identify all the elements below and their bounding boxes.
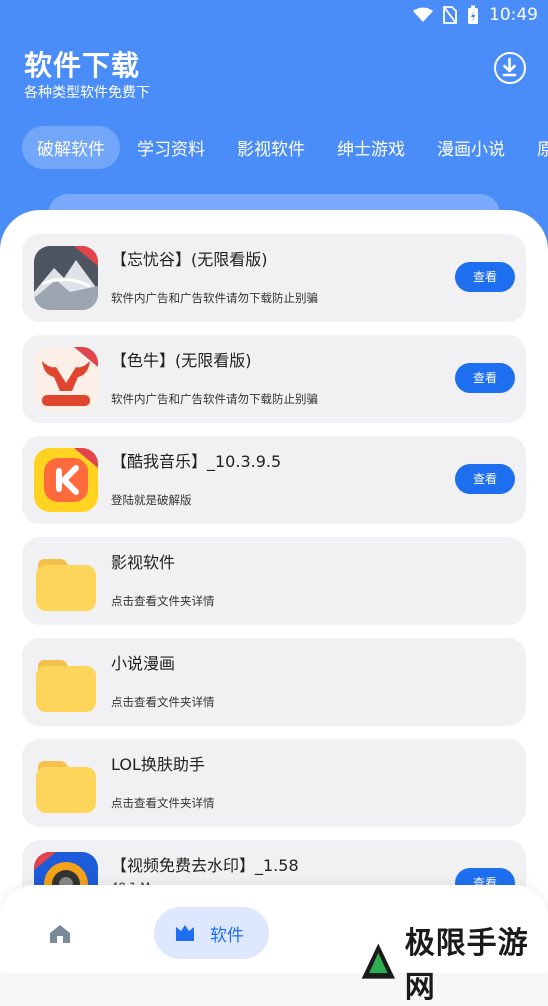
folder-icon bbox=[34, 751, 98, 815]
item-description: 点击查看文件夹详情 bbox=[111, 796, 215, 810]
app-seniu-icon bbox=[34, 347, 98, 411]
list-item[interactable]: 【酷我音乐】_10.3.9.5 登陆就是破解版 查看 bbox=[22, 436, 526, 524]
list-item[interactable]: 【忘忧谷】(无限看版) 软件内广告和广告软件请勿下载防止别骗 查看 bbox=[22, 234, 526, 322]
category-tabs: 破解软件 学习资料 影视软件 绅士游戏 漫画小说 原创 bbox=[22, 126, 548, 169]
battery-icon bbox=[468, 5, 478, 24]
content-list: 【忘忧谷】(无限看版) 软件内广告和广告软件请勿下载防止别骗 查看 【色牛】(无… bbox=[0, 210, 548, 973]
view-button[interactable]: 查看 bbox=[455, 464, 515, 494]
tab-cracked-software[interactable]: 破解软件 bbox=[22, 126, 120, 169]
item-description: 软件内广告和广告软件请勿下载防止别骗 bbox=[111, 392, 318, 406]
wifi-icon bbox=[413, 7, 433, 22]
watermark-logo-icon bbox=[361, 943, 395, 979]
tab-study-materials[interactable]: 学习资料 bbox=[122, 126, 220, 169]
item-description: 点击查看文件夹详情 bbox=[111, 594, 215, 608]
folder-icon bbox=[34, 650, 98, 714]
tab-original[interactable]: 原创 bbox=[522, 126, 548, 169]
status-bar: 10:49 bbox=[413, 4, 538, 26]
list-item[interactable]: 小说漫画 点击查看文件夹详情 bbox=[22, 638, 526, 726]
list-item[interactable]: LOL换肤助手 点击查看文件夹详情 bbox=[22, 739, 526, 827]
item-title: LOL换肤助手 bbox=[111, 755, 205, 774]
item-description: 登陆就是破解版 bbox=[111, 493, 192, 507]
site-watermark: 极限手游网 bbox=[358, 918, 548, 1006]
item-title: 【视频免费去水印】_1.58 bbox=[111, 856, 299, 875]
item-title: 【酷我音乐】_10.3.9.5 bbox=[111, 452, 282, 471]
nav-software-label: 软件 bbox=[210, 926, 244, 946]
item-title: 小说漫画 bbox=[111, 654, 176, 673]
item-description: 点击查看文件夹详情 bbox=[111, 695, 215, 709]
no-sim-icon bbox=[443, 6, 457, 24]
view-button[interactable]: 查看 bbox=[455, 262, 515, 292]
item-title: 影视软件 bbox=[111, 553, 176, 572]
app-wangyougu-icon bbox=[34, 246, 98, 310]
item-title: 【色牛】(无限看版) bbox=[111, 351, 252, 370]
software-icon bbox=[176, 925, 194, 941]
status-time: 10:49 bbox=[489, 5, 538, 25]
home-icon bbox=[50, 925, 70, 943]
nav-home[interactable] bbox=[48, 923, 72, 949]
item-title: 【忘忧谷】(无限看版) bbox=[111, 250, 268, 269]
download-button[interactable] bbox=[494, 52, 526, 84]
list-item[interactable]: 影视软件 点击查看文件夹详情 bbox=[22, 537, 526, 625]
app-kuwo-icon bbox=[34, 448, 98, 512]
page-subtitle: 各种类型软件免费下 bbox=[24, 85, 150, 101]
page-title: 软件下载 bbox=[24, 49, 141, 82]
item-description: 软件内广告和广告软件请勿下载防止别骗 bbox=[111, 291, 318, 305]
nav-software[interactable]: 软件 bbox=[154, 907, 269, 959]
view-button[interactable]: 查看 bbox=[455, 363, 515, 393]
folder-icon bbox=[34, 549, 98, 613]
tab-comics-novels[interactable]: 漫画小说 bbox=[422, 126, 520, 169]
watermark-text: 极限手游网 bbox=[404, 926, 529, 1005]
list-item[interactable]: 【色牛】(无限看版) 软件内广告和广告软件请勿下载防止别骗 查看 bbox=[22, 335, 526, 423]
tab-gentleman-games[interactable]: 绅士游戏 bbox=[322, 126, 420, 169]
tab-video-software[interactable]: 影视软件 bbox=[222, 126, 320, 169]
download-icon bbox=[502, 57, 517, 77]
